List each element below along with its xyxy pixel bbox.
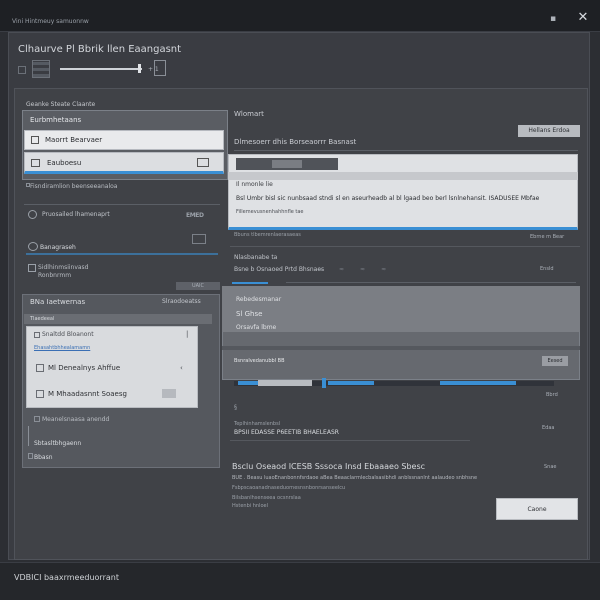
network-icon [36,390,44,398]
chevron-left-icon[interactable]: ‹ [180,364,183,372]
divider [230,440,470,441]
hint-action[interactable]: Ebrne m Bear [530,234,564,240]
status-badge: EMED [186,212,204,219]
globe-icon [28,242,38,251]
summary-line: Sl Ghse [236,310,263,318]
paragraph: Bilsbanlhsenseea ocsnrslaa [232,495,301,501]
checkbox-icon[interactable] [34,332,40,338]
view-toggle-icon[interactable] [18,66,26,74]
section-description: Dlmesoerr dhis Borseaorrr Basnast [234,138,357,146]
progress-segment-light [258,380,312,386]
done-button[interactable]: Caone [496,498,578,520]
list-item-marker: | [186,330,189,338]
progress-segment [328,381,374,385]
card-body: Bsl Umbr bisl sic nunbsaad stndi sl en a… [236,195,540,202]
section-label[interactable]: Bbasn [34,454,53,461]
option-label[interactable]: Pruosailed lhamenaprt [42,211,110,218]
minimize-icon[interactable]: ▪ [548,14,558,24]
progress-segment [238,381,258,385]
field-action[interactable]: Ensld [540,266,554,272]
trash-icon[interactable] [154,60,166,76]
monitor-icon [197,158,209,167]
shield-icon [28,210,37,219]
option-underline [26,253,218,255]
divider [234,150,578,151]
apply-button[interactable]: UAIC [176,282,220,290]
card-footnote: Fillemevusnenhahhnfle tae [236,209,304,215]
edit-link[interactable]: Edaa [542,425,554,431]
hint-text: Bbuns tlbemrenlaerasaeas [234,232,301,238]
selection-group-title: Eurbmhetaans [30,116,82,124]
card-heading: Il nmonle lie [236,181,273,188]
section-icon: § [234,404,237,411]
network-icon [36,364,44,372]
section-heading: Bsclu Oseaod ICESB Sssoca Insd Ebaaaeo S… [232,462,426,471]
network-panel-title: BNa Iaetwernas [30,298,86,306]
left-section-caption: Geanke Steate Claante [26,101,96,108]
list-item[interactable]: M Mhaadasnnt Soaesg [48,390,127,398]
wave-icon: ≈≈≈≈ [318,266,403,273]
option-note[interactable]: Fisndiramlion beenseeanaloa [30,183,117,190]
option-label[interactable]: Banagraseh [40,244,76,251]
list-item[interactable]: Snaltdd Bloanont [42,331,94,338]
paragraph: BUE . Beasu luaoEnanbonnfsrdaoe aBea Bea… [232,475,478,481]
progress-handle[interactable] [322,378,326,388]
footnote: Meanelsnaasa anendd [42,416,110,423]
list-item-label: Eauboesu [47,159,82,167]
summary-line: Rebedesmanar [236,296,282,303]
grid-icon[interactable] [32,60,50,78]
progress-segment [440,381,516,385]
list-item[interactable]: Ml Denealnys Ahffue [48,364,120,372]
zoom-slider-track[interactable] [60,68,142,70]
zoom-slider-handle[interactable] [138,64,141,73]
field-label: Bsne b Osnaoed Prtd Bhsnaes [234,266,325,273]
page-title: Clhaurve Pl Bbrik llen Eaangasnt [18,44,182,55]
close-icon[interactable]: ✕ [576,11,590,25]
right-section-caption: Wlomart [234,110,264,118]
folder-icon [31,159,40,167]
list-icon [28,453,33,459]
footer-text: VDBICI baaxrmeeduorrant [14,573,119,582]
toggle-switch[interactable] [162,389,176,398]
server-icon [31,136,39,144]
panel-tab-bar[interactable]: Tlaedeeal [24,314,212,324]
list-item-label: Maorrt Bearvaer [45,136,103,144]
divider [230,246,580,247]
toggle-box[interactable] [192,234,206,244]
link-caption: Teplhinhamslenbsl [234,421,281,427]
option-label[interactable]: Sidlhinmsiinvasd Ronbnrmm [38,264,89,280]
system-titlebar: Vini Hintmeuy samuonnw ▪ ✕ [0,0,600,32]
edit-button[interactable]: Hellans Erdoa [518,125,580,137]
paragraph: Fsbpscaoanadnaseduornesnsnbonrsanseelcu [232,485,346,491]
summary-line: Orsavfa lbme [236,324,277,331]
list-item-primary[interactable]: Maorrt Bearvaer [24,130,224,150]
option-line-1: Sidlhinmsiinvasd [38,264,89,271]
paragraph: Hstenbi hnloel [232,503,268,509]
section-label: Sbtasltbhgaenn [34,440,82,447]
link-text[interactable]: BPSII EDASSE P6EETIB BHAELEASR [234,429,339,436]
details-link[interactable]: Ehasahtbhhealamamn [34,345,90,351]
list-item-selected[interactable]: Eauboesu [24,152,224,174]
document-icon [28,264,36,272]
divider [24,204,220,205]
divider [222,346,580,350]
bracket-icon [28,426,31,446]
summary-button[interactable]: Eesed [542,356,568,366]
card-chip[interactable] [272,160,302,168]
card-stripe [228,172,578,180]
footer-bar: VDBICI baaxrmeeduorrant [0,562,600,600]
network-panel-action[interactable]: Slraodoeatss [162,298,201,305]
info-icon [34,416,40,422]
titlebar-text: Vini Hintmeuy samuonnw [12,18,89,25]
section-heading-action[interactable]: Snae [544,464,556,470]
divider [286,282,576,283]
accent-marker [232,282,268,284]
field-label: Nlasbanabe ta [234,254,278,261]
option-line-2: Ronbnrmm [38,272,72,279]
progress-label: Bbrd [546,392,558,398]
summary-footer: Bsnralvedanubbl BB [234,358,285,364]
